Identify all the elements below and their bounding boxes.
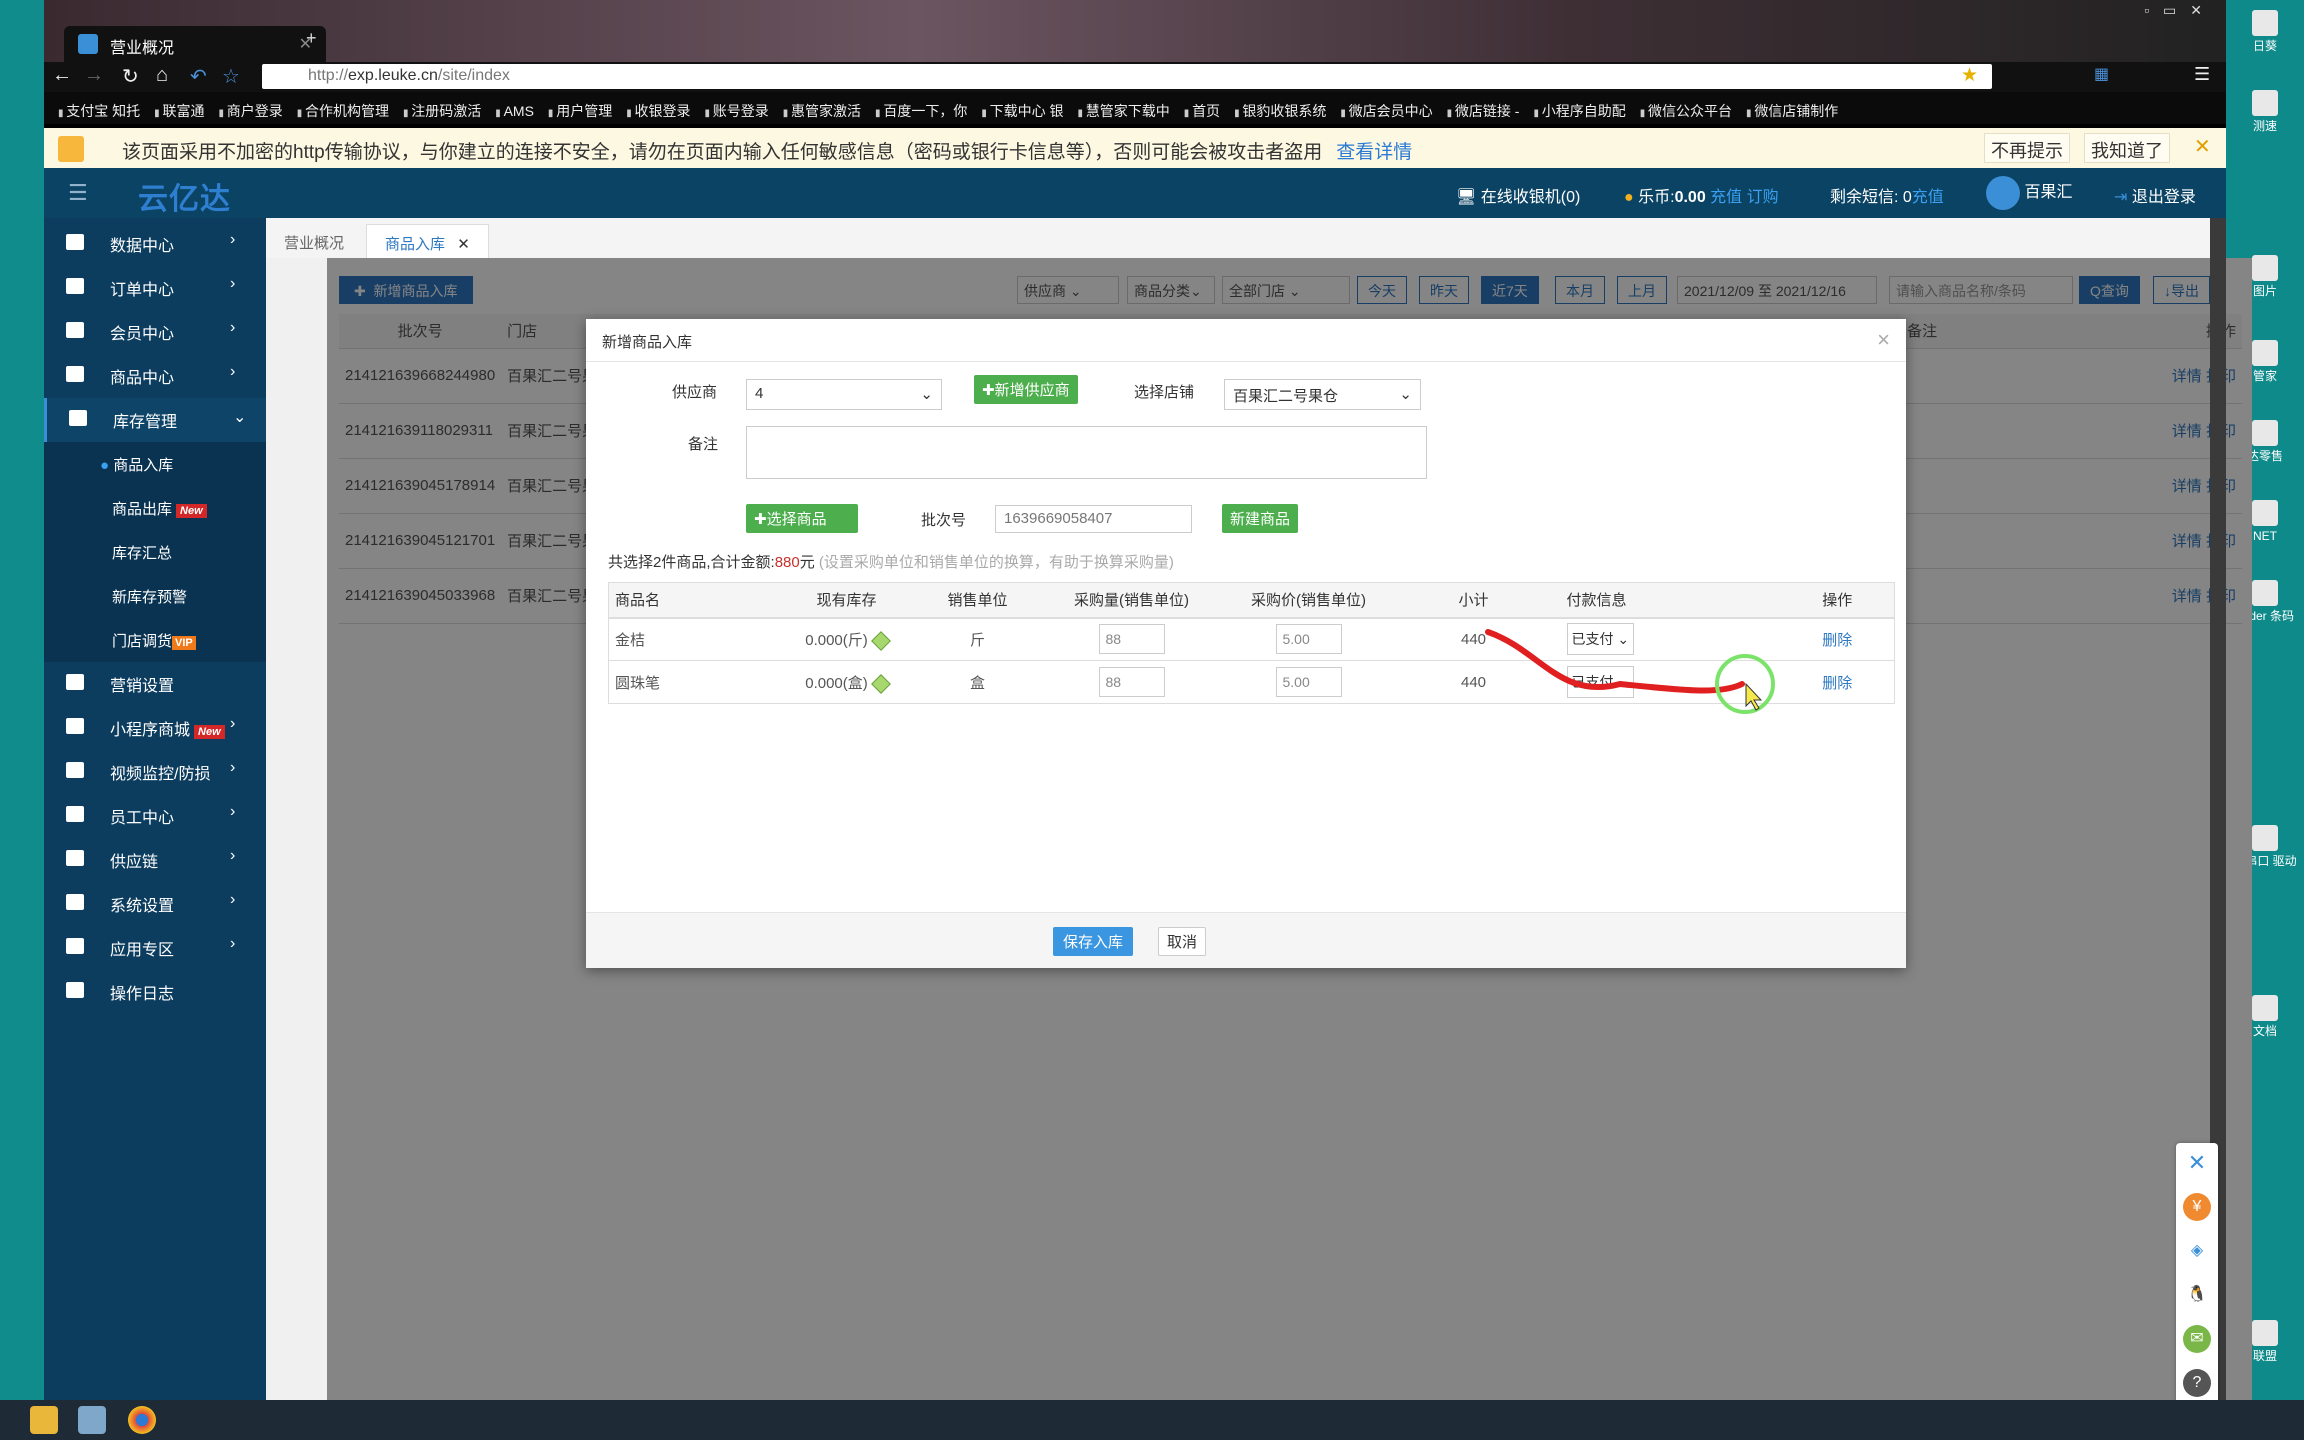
qq-icon[interactable]: 🐧 bbox=[2183, 1281, 2211, 1309]
yuan-icon[interactable]: ¥ bbox=[2183, 1193, 2211, 1221]
help-icon[interactable]: ? bbox=[2183, 1369, 2211, 1397]
annotation-overlay bbox=[1485, 629, 1775, 714]
cube-icon[interactable]: ◈ bbox=[2183, 1237, 2211, 1265]
wechat-icon[interactable]: ✉ bbox=[2183, 1325, 2211, 1353]
floating-service-widget: ✕ ¥ ◈ 🐧 ✉ ? bbox=[2176, 1143, 2218, 1405]
taskbar bbox=[0, 1400, 2304, 1440]
app-icon[interactable] bbox=[78, 1406, 106, 1434]
browser-taskbar-icon[interactable] bbox=[128, 1406, 156, 1434]
file-explorer-icon[interactable] bbox=[30, 1406, 58, 1434]
close-icon[interactable]: ✕ bbox=[2183, 1149, 2211, 1177]
annotation-stroke bbox=[1485, 629, 1745, 694]
